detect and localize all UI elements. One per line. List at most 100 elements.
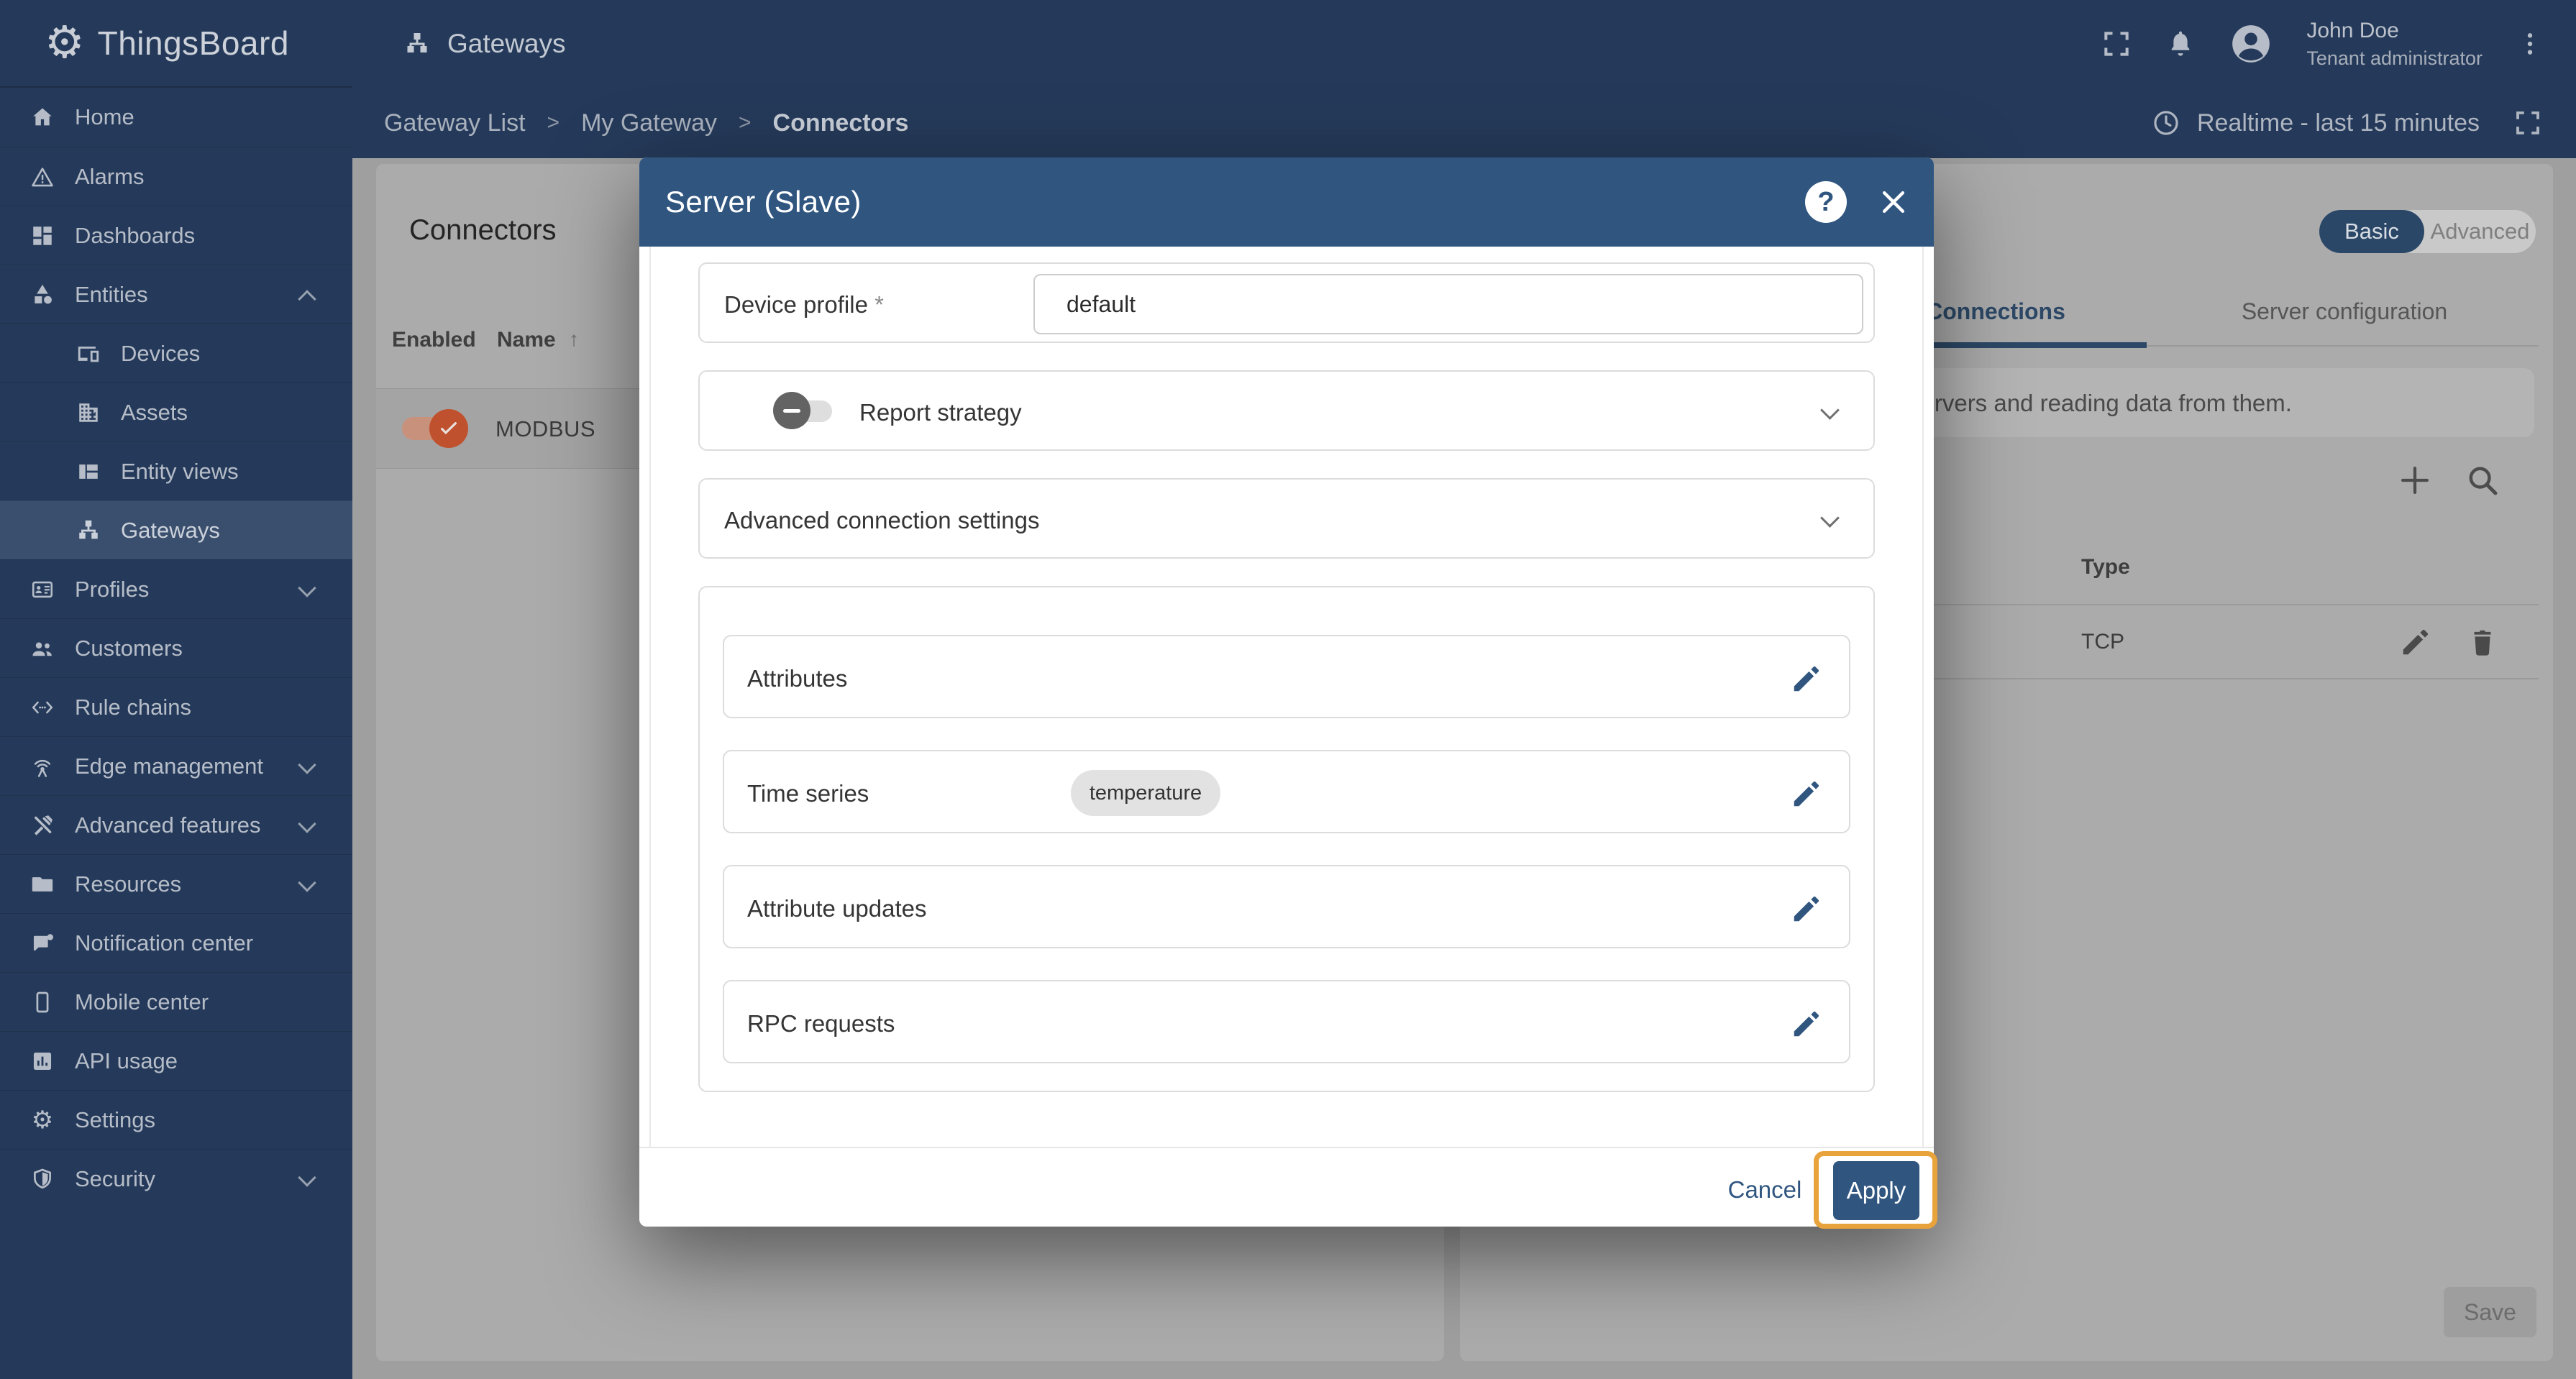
close-icon[interactable] bbox=[1878, 186, 1909, 218]
time-series-row: Time series temperature bbox=[723, 750, 1850, 833]
sidebar-item-notification-center[interactable]: Notification center bbox=[0, 913, 352, 972]
sidebar-item-label: Profiles bbox=[75, 577, 149, 603]
edit-pencil-icon[interactable] bbox=[1790, 662, 1823, 695]
add-connection-icon[interactable] bbox=[2395, 461, 2434, 500]
advanced-connection-section[interactable]: Advanced connection settings bbox=[698, 478, 1875, 559]
thingsboard-app: ⚙ ThingsBoard Home Alarms Dashboards Ent… bbox=[0, 0, 2576, 1379]
rule-chains-icon bbox=[29, 694, 56, 721]
chevron-down-icon[interactable] bbox=[1820, 400, 1840, 420]
help-icon[interactable]: ? bbox=[1805, 181, 1847, 223]
dialog-title: Server (Slave) bbox=[665, 185, 862, 219]
home-icon bbox=[29, 104, 56, 131]
page-title-label: Gateways bbox=[447, 29, 566, 59]
chevron-down-icon bbox=[298, 874, 316, 892]
footer-divider bbox=[639, 1147, 1934, 1148]
breadcrumb-connectors: Connectors bbox=[773, 109, 909, 137]
toggle-thumb-minus-icon bbox=[773, 392, 810, 429]
sidebar-item-assets[interactable]: Assets bbox=[0, 382, 352, 441]
column-header-enabled[interactable]: Enabled bbox=[392, 328, 476, 352]
device-profile-field-group: Device profile * default bbox=[698, 262, 1875, 343]
edit-pencil-icon[interactable] bbox=[1790, 777, 1823, 810]
sidebar-item-customers[interactable]: Customers bbox=[0, 618, 352, 677]
chevron-down-icon bbox=[298, 756, 316, 774]
sidebar-item-home[interactable]: Home bbox=[0, 88, 352, 147]
sidebar-item-alarms[interactable]: Alarms bbox=[0, 147, 352, 206]
mode-basic-button[interactable]: Basic bbox=[2319, 210, 2424, 253]
rpc-requests-label: RPC requests bbox=[747, 1010, 895, 1037]
form-right-border bbox=[1922, 247, 1924, 1147]
sidebar-item-advanced-features[interactable]: Advanced features bbox=[0, 795, 352, 854]
sidebar-item-rule-chains[interactable]: Rule chains bbox=[0, 677, 352, 736]
sidebar-item-label: Resources bbox=[75, 871, 181, 897]
sidebar-item-label: Assets bbox=[121, 400, 188, 426]
save-button[interactable]: Save bbox=[2444, 1287, 2536, 1337]
user-name: John Doe bbox=[2306, 19, 2483, 43]
delete-trash-icon[interactable] bbox=[2466, 626, 2499, 659]
tab-connections[interactable]: Connections bbox=[1924, 298, 2068, 325]
topbar-actions: John Doe Tenant administrator bbox=[2101, 19, 2544, 70]
thingsboard-logo[interactable]: ⚙ ThingsBoard bbox=[0, 0, 352, 88]
sidebar-item-profiles[interactable]: Profiles bbox=[0, 559, 352, 618]
page-title: Gateways bbox=[404, 29, 566, 59]
column-header-name[interactable]: Name bbox=[497, 328, 556, 352]
sidebar-nav: Home Alarms Dashboards Entities Devices bbox=[0, 88, 352, 1208]
notifications-bell-icon[interactable] bbox=[2165, 29, 2196, 59]
breadcrumb-gateway-list[interactable]: Gateway List bbox=[384, 109, 526, 137]
sidebar-item-label: Gateways bbox=[121, 518, 220, 544]
breadcrumb: Gateway List > My Gateway > Connectors bbox=[384, 109, 908, 137]
sidebar-item-resources[interactable]: Resources bbox=[0, 854, 352, 913]
attribute-updates-label: Attribute updates bbox=[747, 895, 927, 922]
tab-server-configuration[interactable]: Server configuration bbox=[2222, 298, 2467, 325]
sidebar-item-security[interactable]: Security bbox=[0, 1149, 352, 1208]
sidebar-item-devices[interactable]: Devices bbox=[0, 324, 352, 382]
timewindow-button[interactable]: Realtime - last 15 minutes bbox=[2151, 108, 2543, 138]
apply-button[interactable]: Apply bbox=[1833, 1161, 1919, 1220]
entity-views-grid-icon bbox=[75, 458, 102, 485]
sidebar-item-mobile-center[interactable]: Mobile center bbox=[0, 972, 352, 1031]
report-strategy-label: Report strategy bbox=[859, 399, 1022, 426]
sidebar-item-label: Security bbox=[75, 1166, 155, 1192]
report-strategy-toggle[interactable] bbox=[773, 392, 839, 429]
sidebar-item-label: Mobile center bbox=[75, 989, 209, 1015]
chevron-down-icon bbox=[298, 1168, 316, 1186]
sort-ascending-icon[interactable]: ↑ bbox=[569, 328, 579, 351]
fullscreen-icon[interactable] bbox=[2101, 28, 2132, 60]
user-avatar[interactable] bbox=[2229, 22, 2273, 66]
assets-building-icon bbox=[75, 399, 102, 426]
report-strategy-section[interactable]: Report strategy bbox=[698, 370, 1875, 451]
device-profile-value: default bbox=[1067, 291, 1136, 318]
advanced-features-tools-icon bbox=[29, 812, 56, 839]
dashboards-icon bbox=[29, 222, 56, 249]
user-info[interactable]: John Doe Tenant administrator bbox=[2306, 19, 2483, 70]
fullscreen-icon[interactable] bbox=[2513, 108, 2543, 138]
sidebar-item-label: Alarms bbox=[75, 164, 144, 190]
tabs-divider bbox=[2147, 345, 2539, 347]
chevron-up-icon bbox=[298, 290, 316, 308]
edit-pencil-icon[interactable] bbox=[2399, 626, 2432, 659]
profiles-badge-icon bbox=[29, 576, 56, 603]
edit-pencil-icon[interactable] bbox=[1790, 892, 1823, 925]
alarm-warning-icon bbox=[29, 163, 56, 191]
time-series-label: Time series bbox=[747, 780, 869, 807]
sidebar-item-label: Customers bbox=[75, 636, 183, 661]
sidebar-item-edge-management[interactable]: Edge management bbox=[0, 736, 352, 795]
column-header-type: Type bbox=[2081, 555, 2130, 579]
mode-advanced-button[interactable]: Advanced bbox=[2424, 210, 2536, 253]
sidebar-item-gateways[interactable]: Gateways bbox=[0, 500, 352, 559]
breadcrumb-my-gateway[interactable]: My Gateway bbox=[581, 109, 717, 137]
sidebar-item-api-usage[interactable]: API usage bbox=[0, 1031, 352, 1090]
devices-icon bbox=[75, 340, 102, 367]
sidebar-item-entity-views[interactable]: Entity views bbox=[0, 441, 352, 500]
entities-shapes-icon bbox=[29, 281, 56, 308]
more-vertical-icon[interactable] bbox=[2516, 29, 2544, 58]
toggle-check-thumb[interactable] bbox=[429, 409, 468, 448]
sidebar-item-entities[interactable]: Entities bbox=[0, 265, 352, 324]
device-profile-input[interactable]: default bbox=[1033, 274, 1863, 334]
edit-pencil-icon[interactable] bbox=[1790, 1007, 1823, 1040]
search-icon[interactable] bbox=[2463, 461, 2502, 500]
sidebar-item-settings[interactable]: ⚙ Settings bbox=[0, 1090, 352, 1149]
sidebar-item-dashboards[interactable]: Dashboards bbox=[0, 206, 352, 265]
chevron-down-icon[interactable] bbox=[1820, 508, 1840, 528]
attributes-label: Attributes bbox=[747, 665, 847, 692]
cancel-button[interactable]: Cancel bbox=[1714, 1173, 1815, 1207]
